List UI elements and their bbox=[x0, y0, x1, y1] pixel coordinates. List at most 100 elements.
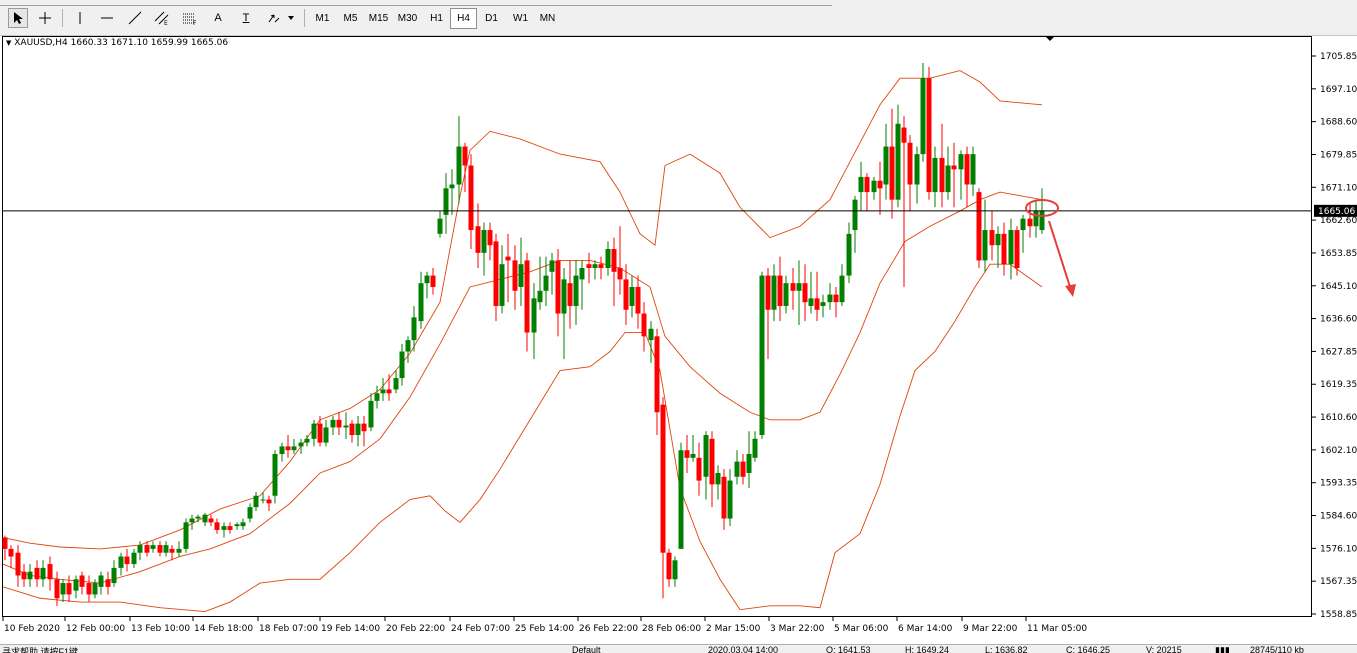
bull-candle-body bbox=[253, 495, 259, 508]
bear-candle-body bbox=[285, 446, 291, 451]
bull-candle-body bbox=[995, 233, 1001, 246]
bear-candle-body bbox=[105, 579, 111, 587]
bear-candle-body bbox=[598, 264, 604, 269]
bear-candle-body bbox=[386, 389, 392, 394]
y-tick-label: 1705.85 bbox=[1320, 52, 1357, 62]
bull-candle-body bbox=[715, 472, 721, 485]
bull-candle-body bbox=[752, 438, 758, 458]
bear-candle-body bbox=[227, 526, 233, 530]
x-tick-label: 9 Mar 22:00 bbox=[963, 624, 1018, 634]
bull-candle-body bbox=[272, 454, 278, 496]
bull-candle-body bbox=[945, 165, 951, 193]
bear-candle-body bbox=[696, 457, 702, 481]
bull-candle-body bbox=[92, 583, 98, 595]
bull-candle-body bbox=[405, 340, 411, 352]
bull-candle-body bbox=[771, 275, 777, 310]
bull-candle-body bbox=[846, 233, 852, 276]
bull-candle-body bbox=[131, 552, 137, 565]
bear-candle-body bbox=[266, 499, 272, 504]
bull-candle-body bbox=[202, 514, 208, 523]
bull-candle-body bbox=[368, 400, 374, 428]
bear-candle-body bbox=[34, 567, 40, 580]
bull-candle-body bbox=[796, 283, 802, 291]
bear-candle-body bbox=[976, 192, 982, 261]
bull-candle-body bbox=[311, 423, 317, 439]
bear-candle-body bbox=[684, 450, 690, 458]
bull-candle-body bbox=[499, 264, 505, 306]
bull-candle-body bbox=[871, 180, 877, 193]
bull-candle-body bbox=[549, 260, 555, 272]
bear-candle-body bbox=[939, 157, 945, 193]
bear-candle-body bbox=[86, 583, 92, 595]
bull-candle-body bbox=[839, 275, 845, 303]
bull-candle-body bbox=[98, 575, 104, 587]
bear-candle-body bbox=[765, 275, 771, 310]
x-tick-label: 13 Feb 10:00 bbox=[131, 624, 190, 634]
current-price-label: 1665.06 bbox=[1318, 207, 1355, 217]
y-tick-label: 1645.10 bbox=[1320, 282, 1357, 292]
x-tick-label: 26 Feb 22:00 bbox=[579, 624, 638, 634]
bear-candle-body bbox=[47, 564, 53, 580]
y-tick-label: 1602.10 bbox=[1320, 446, 1357, 456]
bull-candle-body bbox=[852, 199, 858, 231]
x-tick-label: 12 Feb 00:00 bbox=[66, 624, 125, 634]
y-tick-label: 1662.60 bbox=[1320, 216, 1357, 226]
bull-candle-body bbox=[73, 579, 79, 591]
bull-candle-body bbox=[304, 438, 310, 443]
bear-candle-body bbox=[907, 142, 913, 185]
bear-candle-body bbox=[660, 404, 666, 553]
bear-candle-body bbox=[802, 283, 808, 303]
bear-candle-body bbox=[79, 575, 85, 587]
bull-candle-body bbox=[221, 526, 227, 530]
bull-candle-body bbox=[746, 454, 752, 473]
price-chart[interactable]: 1705.85 1697.10 1688.60 1679.85 1671.10 1662.… bbox=[0, 0, 1357, 644]
annotation-arrow-head bbox=[1065, 284, 1076, 297]
y-tick-label: 1610.60 bbox=[1320, 413, 1357, 423]
bull-candle-body bbox=[176, 548, 182, 553]
bull-candle-body bbox=[958, 154, 964, 170]
bull-candle-body bbox=[531, 298, 537, 333]
x-tick-label: 14 Feb 18:00 bbox=[194, 624, 253, 634]
bull-candle-body bbox=[820, 302, 826, 306]
bear-candle-body bbox=[877, 180, 883, 189]
bear-candle-body bbox=[901, 127, 907, 143]
x-tick-label: 18 Feb 07:00 bbox=[259, 624, 318, 634]
bull-candle-body bbox=[189, 518, 195, 523]
x-tick-label: 28 Feb 06:00 bbox=[642, 624, 701, 634]
bear-candle-body bbox=[493, 241, 499, 306]
bull-candle-body bbox=[163, 545, 169, 553]
bull-candle-body bbox=[137, 545, 143, 553]
bear-candle-body bbox=[833, 294, 839, 303]
bear-candle-body bbox=[66, 583, 72, 595]
bear-candle-body bbox=[208, 518, 214, 523]
y-tick-label: 1679.85 bbox=[1320, 150, 1357, 160]
bull-candle-body bbox=[808, 298, 814, 306]
bull-candle-body bbox=[518, 264, 524, 287]
bear-candle-body bbox=[8, 548, 14, 557]
y-tick-label: 1697.10 bbox=[1320, 85, 1357, 95]
bear-candle-body bbox=[951, 165, 957, 170]
x-tick-label: 19 Feb 14:00 bbox=[321, 624, 380, 634]
bear-candle-body bbox=[1001, 233, 1007, 265]
x-tick-label: 2 Mar 15:00 bbox=[706, 624, 761, 634]
bull-candle-body bbox=[437, 218, 443, 234]
bear-candle-body bbox=[512, 260, 518, 291]
bull-candle-body bbox=[424, 275, 430, 284]
annotation-arrow-line bbox=[1048, 220, 1072, 291]
x-tick-label: 3 Mar 22:00 bbox=[770, 624, 825, 634]
bear-candle-body bbox=[666, 552, 672, 580]
bull-candle-body bbox=[543, 275, 549, 291]
bull-candle-body bbox=[234, 524, 240, 527]
bull-candle-body bbox=[291, 446, 297, 451]
bull-candle-body bbox=[970, 154, 976, 185]
bull-candle-body bbox=[690, 454, 696, 458]
bull-candle-body bbox=[914, 154, 920, 185]
bull-candle-body bbox=[858, 176, 864, 193]
bull-candle-body bbox=[240, 522, 246, 527]
bull-candle-body bbox=[827, 294, 833, 303]
bull-candle-body bbox=[456, 146, 462, 185]
bull-candle-body bbox=[727, 480, 733, 519]
bear-candle-body bbox=[336, 419, 342, 428]
bull-candle-body bbox=[648, 328, 654, 341]
bear-candle-body bbox=[2, 537, 8, 549]
